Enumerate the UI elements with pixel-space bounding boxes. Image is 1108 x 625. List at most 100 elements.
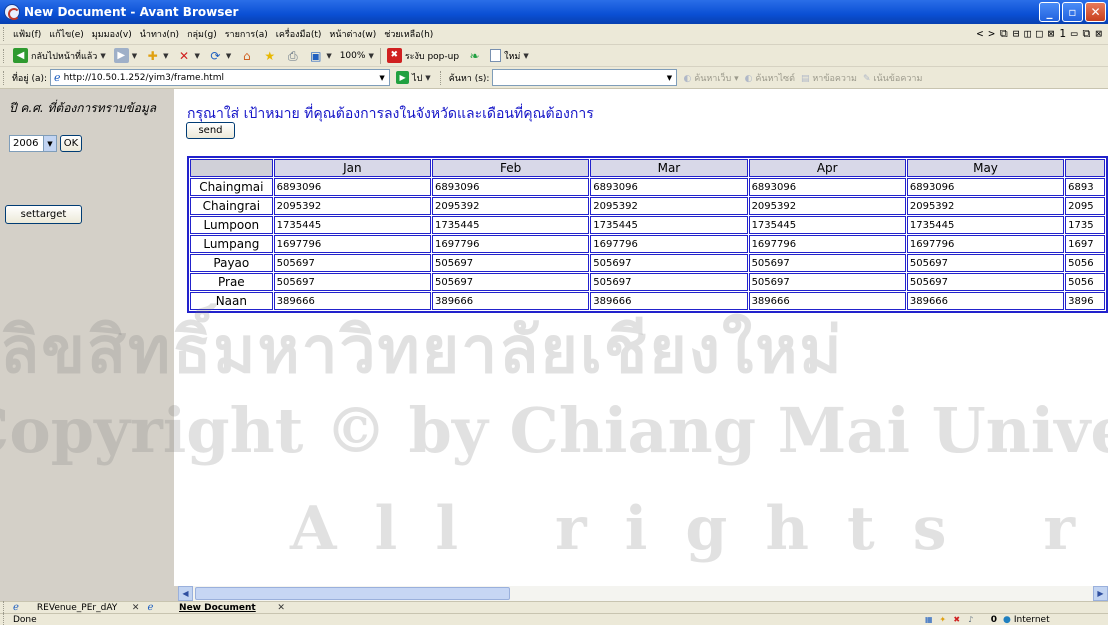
find-text-link[interactable]: ▤ หาข้อความ [801, 71, 857, 85]
toolbar-grip[interactable] [439, 70, 443, 85]
target-value-cell[interactable]: 1697796 [906, 235, 1065, 253]
chevron-down-icon[interactable]: ▼ [163, 52, 168, 60]
target-value-cell[interactable]: 6893096 [906, 178, 1065, 196]
target-value-cell[interactable]: 5056 [1065, 273, 1105, 291]
year-select[interactable]: 2006 ▼ [9, 135, 57, 152]
settarget-button[interactable]: settarget [5, 205, 82, 224]
target-value-cell[interactable]: 505697 [431, 273, 590, 291]
menu-navigate[interactable]: นำทาง(n) [136, 27, 183, 41]
zoom-button[interactable]: 100% ▼ [336, 46, 378, 66]
target-value-cell[interactable]: 389666 [590, 292, 748, 310]
doc-minimize-icon[interactable]: ▭ [1071, 27, 1078, 41]
menu-help[interactable]: ช่วยเหลือ(h) [380, 27, 437, 41]
go-button[interactable]: ▶ ไป ▼ [390, 71, 437, 85]
close-all-icon[interactable]: ⊠ [1048, 27, 1055, 41]
menu-window[interactable]: หน้าต่าง(w) [325, 27, 380, 41]
scroll-thumb[interactable] [195, 587, 510, 600]
target-value-cell[interactable]: 505697 [590, 254, 748, 272]
search-web-link[interactable]: ◐ ค้นหาเว็บ ▾ [683, 71, 738, 85]
popup-blocker-button[interactable]: ✖ ระงับ pop-up [383, 46, 463, 66]
avant-browser-icon[interactable] [4, 4, 20, 20]
target-value-cell[interactable]: 2095392 [273, 197, 431, 215]
target-value-cell[interactable]: 389666 [748, 292, 906, 310]
chevron-down-icon[interactable]: ▼ [662, 74, 676, 82]
print-button[interactable]: ⎙ [281, 46, 304, 66]
target-value-cell[interactable]: 505697 [906, 273, 1065, 291]
stop-button[interactable]: ✕ ▼ [173, 46, 204, 66]
tab-revenue-per-day[interactable]: ℯ REVenue_PEr_dAY ✕ [9, 602, 143, 614]
flash-blocker-button[interactable]: ❧ [463, 46, 486, 66]
popup-toggle-icon[interactable]: ✖ [951, 615, 963, 625]
target-value-cell[interactable]: 1697796 [590, 235, 748, 253]
address-input[interactable]: ℯ http://10.50.1.252/yim3/frame.html ▼ [50, 69, 391, 86]
chevron-down-icon[interactable]: ▼ [326, 52, 331, 60]
target-value-cell[interactable]: 1697796 [748, 235, 906, 253]
restore-all-icon[interactable]: □ [1036, 27, 1043, 41]
chevron-down-icon[interactable]: ▼ [132, 52, 137, 60]
menu-tools[interactable]: เครื่องมือ(t) [272, 27, 326, 41]
horizontal-scrollbar[interactable]: ◀ ▶ [178, 586, 1108, 601]
target-value-cell[interactable]: 3896 [1065, 292, 1105, 310]
home-button[interactable]: ⌂ [235, 46, 258, 66]
tile-vertical-icon[interactable]: ◫ [1024, 27, 1031, 41]
target-value-cell[interactable]: 1735445 [273, 216, 431, 234]
minimize-button[interactable]: _ [1039, 2, 1060, 22]
target-value-cell[interactable]: 389666 [431, 292, 590, 310]
scroll-right-icon[interactable]: ▶ [1093, 586, 1108, 601]
close-tab-icon[interactable]: ✕ [277, 603, 285, 613]
target-value-cell[interactable]: 505697 [273, 254, 431, 272]
target-value-cell[interactable]: 1697 [1065, 235, 1105, 253]
chevron-down-icon[interactable]: ▼ [43, 136, 56, 151]
menu-file[interactable]: แฟ้ม(f) [9, 27, 45, 41]
toolbar-grip[interactable] [3, 27, 6, 41]
target-value-cell[interactable]: 2095 [1065, 197, 1105, 215]
toolbar-grip[interactable] [3, 70, 6, 85]
menu-favorites[interactable]: รายการ(a) [221, 27, 272, 41]
target-value-cell[interactable]: 505697 [748, 273, 906, 291]
chevron-down-icon[interactable]: ▼ [523, 52, 528, 60]
target-value-cell[interactable]: 1735445 [748, 216, 906, 234]
target-value-cell[interactable]: 2095392 [748, 197, 906, 215]
chevron-down-icon[interactable]: ▼ [368, 52, 373, 60]
chevron-down-icon[interactable]: ▼ [100, 52, 105, 60]
prev-window-icon[interactable]: < [977, 27, 984, 41]
chevron-down-icon[interactable]: ▼ [425, 74, 430, 82]
target-value-cell[interactable]: 505697 [748, 254, 906, 272]
doc-restore-icon[interactable]: ⧉ [1083, 27, 1091, 41]
target-value-cell[interactable]: 2095392 [590, 197, 748, 215]
target-value-cell[interactable]: 505697 [431, 254, 590, 272]
maximize-button[interactable]: ▫ [1062, 2, 1083, 22]
address-value[interactable]: http://10.50.1.252/yim3/frame.html [64, 73, 375, 83]
search-site-link[interactable]: ◐ ค้นหาไซต์ [745, 71, 795, 85]
scroll-track[interactable] [193, 586, 1093, 601]
close-tab-icon[interactable]: ✕ [132, 603, 140, 613]
chevron-down-icon[interactable]: ▼ [226, 52, 231, 60]
target-value-cell[interactable]: 5056 [1065, 254, 1105, 272]
target-value-cell[interactable]: 389666 [273, 292, 431, 310]
target-value-cell[interactable]: 6893 [1065, 178, 1105, 196]
target-value-cell[interactable]: 1735445 [590, 216, 748, 234]
toolbar-grip[interactable] [3, 48, 6, 63]
tab-new-document[interactable]: ℯ New Document ✕ [143, 602, 288, 614]
menu-edit[interactable]: แก้ไข(e) [45, 27, 88, 41]
window-button[interactable]: ▣ ▼ [304, 46, 335, 66]
target-value-cell[interactable]: 2095392 [431, 197, 590, 215]
cascade-icon[interactable]: ⧉ [1000, 27, 1008, 41]
next-window-icon[interactable]: > [988, 27, 995, 41]
target-value-cell[interactable]: 1697796 [273, 235, 431, 253]
tile-horizontal-icon[interactable]: ⊟ [1013, 27, 1020, 41]
target-value-cell[interactable]: 1735 [1065, 216, 1105, 234]
refresh-button[interactable]: ⟳ ▼ [204, 46, 235, 66]
target-value-cell[interactable]: 505697 [590, 273, 748, 291]
target-value-cell[interactable]: 2095392 [906, 197, 1065, 215]
image-toggle-icon[interactable]: ▦ [923, 615, 935, 625]
menu-view[interactable]: มุมมอง(v) [88, 27, 136, 41]
chevron-down-icon[interactable]: ▼ [375, 74, 389, 82]
target-value-cell[interactable]: 1735445 [431, 216, 590, 234]
chevron-down-icon[interactable]: ▼ [195, 52, 200, 60]
doc-close-icon[interactable]: ⊠ [1095, 27, 1102, 41]
ok-button[interactable]: OK [60, 135, 82, 152]
target-value-cell[interactable]: 1735445 [906, 216, 1065, 234]
forward-button[interactable]: ▶ ▼ [110, 46, 141, 66]
new-button[interactable]: ใหม่ ▼ [486, 46, 533, 66]
